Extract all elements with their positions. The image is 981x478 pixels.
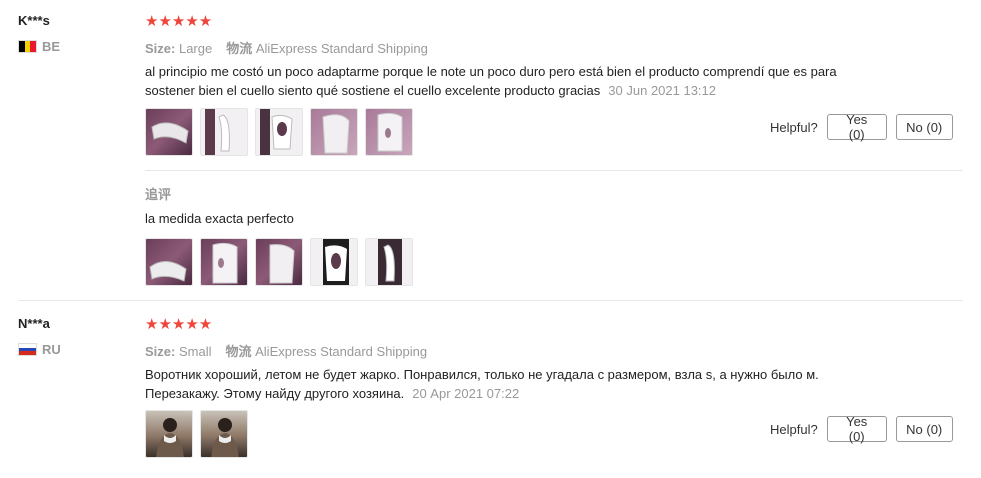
reviewer-name: N***a (18, 316, 50, 331)
review-item: N***a RU ★★★★★ Size: Small 物流 AliExpress … (0, 302, 981, 478)
review-photo[interactable] (200, 410, 248, 458)
helpful-label: Helpful? (770, 421, 818, 437)
helpful-label: Helpful? (770, 119, 818, 135)
star-rating: ★★★★★ (145, 13, 213, 30)
additional-review-label: 追评 (145, 187, 172, 202)
size-label: Size: (145, 41, 176, 56)
review-divider (18, 300, 963, 301)
russia-flag-icon (18, 343, 37, 356)
review-photo[interactable] (200, 108, 248, 156)
shipping-value: AliExpress Standard Shipping (255, 41, 428, 56)
additional-review-photos (145, 238, 413, 286)
review-photo[interactable] (145, 238, 193, 286)
review-date: 30 Jun 2021 13:12 (608, 83, 717, 98)
review-meta: Size: Small 物流 AliExpress Standard Shippi… (145, 341, 427, 360)
review-text: Воротник хороший, летом не будет жарко. … (145, 365, 865, 403)
review-photo[interactable] (310, 108, 358, 156)
belgium-flag-icon (18, 40, 37, 53)
review-photos (145, 108, 413, 156)
reviewer-name: K***s (18, 13, 50, 28)
shipping-value: AliExpress Standard Shipping (255, 344, 428, 359)
size-value: Small (178, 344, 212, 359)
helpful-vote: Helpful? Yes (0) No (0) (770, 112, 953, 142)
review-date: 20 Apr 2021 07:22 (412, 386, 520, 401)
country-code: RU (42, 342, 61, 357)
review-photo[interactable] (310, 238, 358, 286)
helpful-no-button[interactable]: No (0) (895, 114, 953, 140)
review-meta: Size: Large 物流 AliExpress Standard Shippi… (145, 38, 428, 57)
size-label: Size: (145, 344, 176, 359)
helpful-no-button[interactable]: No (0) (895, 416, 953, 442)
review-photo[interactable] (365, 238, 413, 286)
review-photo[interactable] (145, 108, 193, 156)
shipping-label: 物流 (225, 344, 252, 359)
country-code: BE (42, 39, 61, 54)
review-photo[interactable] (365, 108, 413, 156)
review-photos (145, 410, 248, 458)
star-rating: ★★★★★ (145, 316, 213, 333)
helpful-vote: Helpful? Yes (0) No (0) (770, 414, 953, 444)
helpful-yes-button[interactable]: Yes (0) (826, 112, 887, 142)
review-photo[interactable] (200, 238, 248, 286)
review-photo[interactable] (255, 238, 303, 286)
review-photo[interactable] (255, 108, 303, 156)
divider (145, 170, 963, 171)
review-item: K***s BE ★★★★★ Size: Large 物流 AliExpress … (0, 0, 981, 301)
reviewer-country: BE (18, 39, 60, 54)
reviewer-country: RU (18, 342, 61, 357)
review-text: al principio me costó un poco adaptarme … (145, 62, 865, 100)
review-photo[interactable] (145, 410, 193, 458)
size-value: Large (178, 41, 213, 56)
additional-review-text: la medida exacta perfecto (145, 211, 294, 226)
shipping-label: 物流 (226, 41, 253, 56)
helpful-yes-button[interactable]: Yes (0) (826, 414, 887, 444)
review-body: al principio me costó un poco adaptarme … (145, 64, 837, 98)
